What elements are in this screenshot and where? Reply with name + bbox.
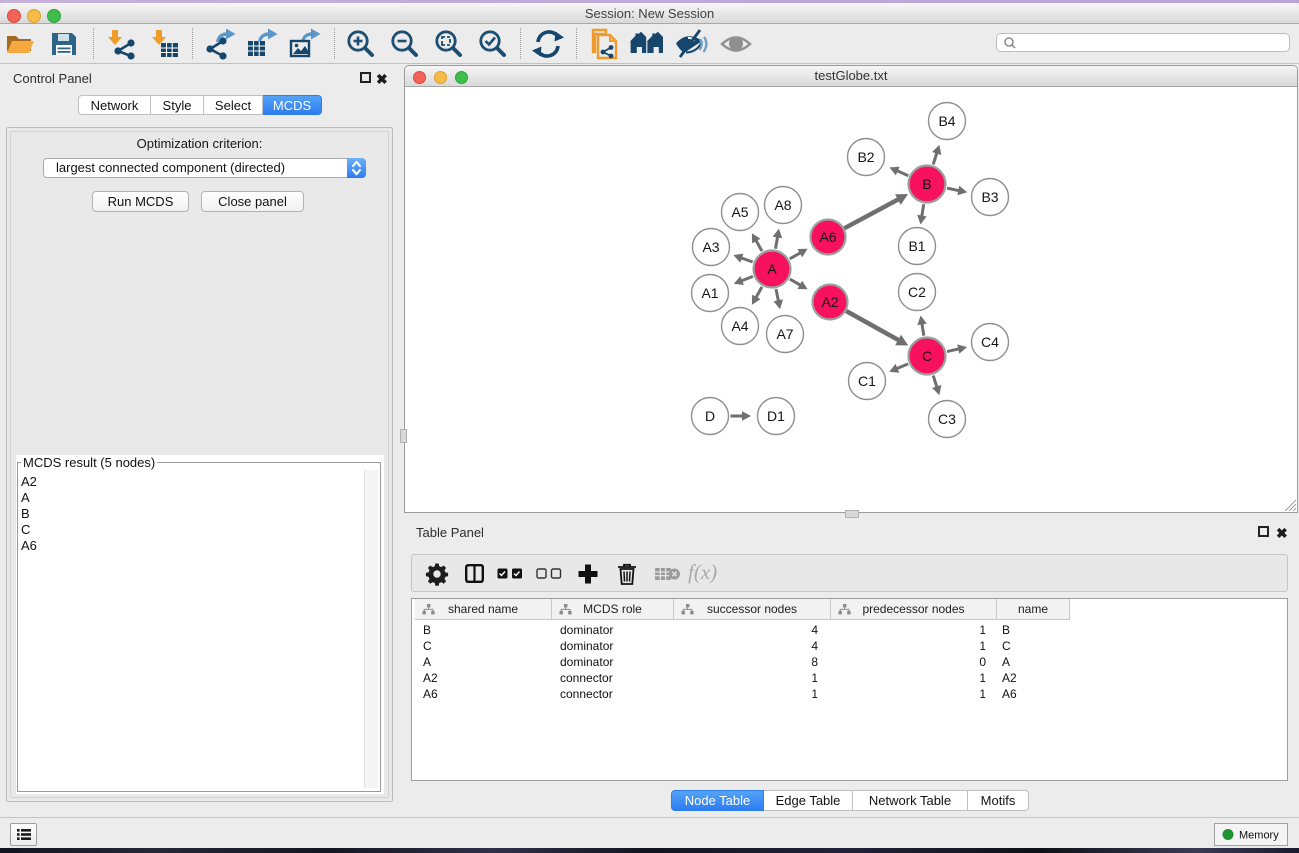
svg-text:C1: C1 bbox=[858, 373, 876, 389]
svg-text:A2: A2 bbox=[821, 294, 838, 310]
svg-text:B2: B2 bbox=[857, 149, 874, 165]
svg-text:D1: D1 bbox=[767, 408, 785, 424]
svg-text:A8: A8 bbox=[774, 197, 791, 213]
svg-text:C4: C4 bbox=[981, 334, 999, 350]
svg-text:A5: A5 bbox=[731, 204, 748, 220]
svg-text:B1: B1 bbox=[908, 238, 925, 254]
svg-text:A3: A3 bbox=[702, 239, 719, 255]
svg-text:A6: A6 bbox=[819, 229, 836, 245]
svg-text:D: D bbox=[705, 408, 715, 424]
svg-text:C: C bbox=[922, 348, 932, 364]
svg-text:B: B bbox=[922, 176, 931, 192]
svg-text:C3: C3 bbox=[938, 411, 956, 427]
svg-text:B4: B4 bbox=[938, 113, 955, 129]
svg-text:A1: A1 bbox=[701, 285, 718, 301]
svg-text:A: A bbox=[767, 261, 777, 277]
svg-text:A4: A4 bbox=[731, 318, 748, 334]
svg-text:B3: B3 bbox=[981, 189, 998, 205]
svg-text:C2: C2 bbox=[908, 284, 926, 300]
svg-text:A7: A7 bbox=[776, 326, 793, 342]
svg-text:Memory: Memory bbox=[1239, 830, 1279, 842]
